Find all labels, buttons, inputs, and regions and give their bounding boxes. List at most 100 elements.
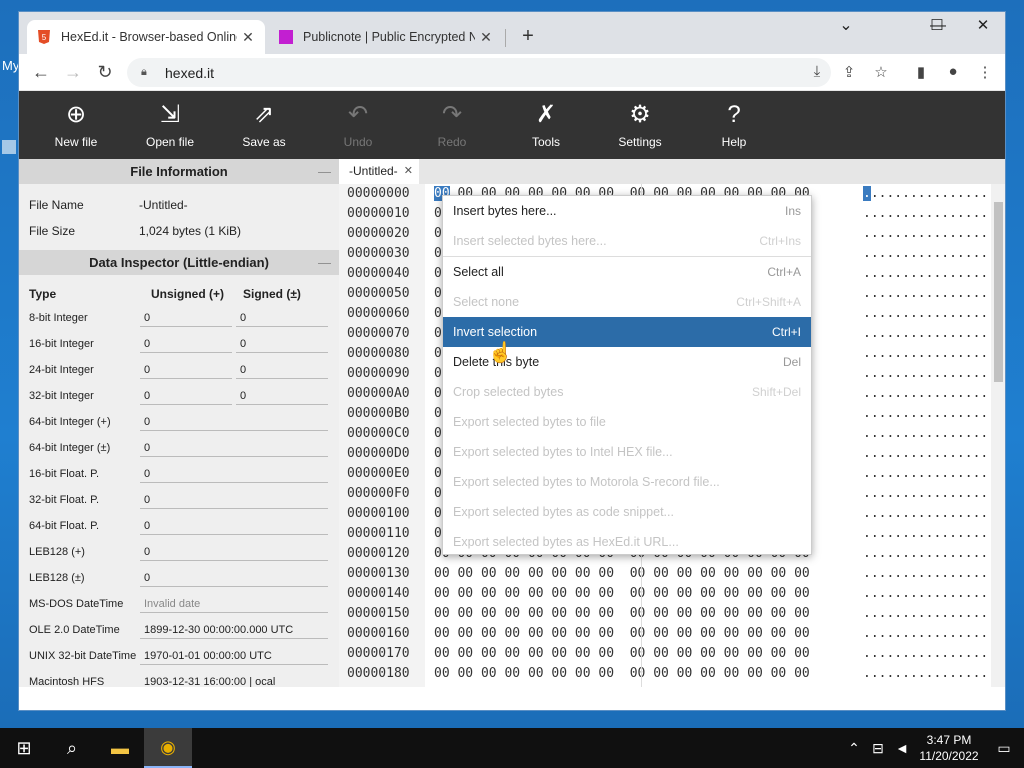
- ascii-row[interactable]: ................: [863, 344, 988, 364]
- byte-cell[interactable]: 00: [653, 566, 669, 581]
- menu-item[interactable]: Select none Ctrl+Shift+A: [443, 287, 811, 317]
- settings-button[interactable]: ⚙ Settings: [593, 91, 687, 159]
- byte-cell[interactable]: 00: [481, 626, 497, 641]
- byte-cell[interactable]: 00: [575, 646, 591, 661]
- inspector-value[interactable]: Invalid date: [140, 595, 328, 613]
- byte-cell[interactable]: 00: [575, 626, 591, 641]
- byte-cell[interactable]: 00: [457, 666, 473, 681]
- scrollbar-thumb[interactable]: [994, 202, 1003, 382]
- inspector-signed-value[interactable]: 0: [236, 361, 328, 379]
- byte-cell[interactable]: 00: [504, 626, 520, 641]
- byte-cell[interactable]: 00: [771, 606, 787, 621]
- byte-cell[interactable]: 00: [434, 666, 450, 681]
- byte-cell[interactable]: 00: [653, 626, 669, 641]
- byte-cell[interactable]: 00: [677, 566, 693, 581]
- byte-cell[interactable]: 00: [434, 566, 450, 581]
- install-app-icon[interactable]: ⤓: [807, 63, 827, 80]
- ascii-row[interactable]: ................: [863, 584, 988, 604]
- byte-cell[interactable]: 00: [653, 646, 669, 661]
- ascii-row[interactable]: ................: [863, 564, 988, 584]
- byte-cell[interactable]: 00: [771, 666, 787, 681]
- menu-item[interactable]: Insert selected bytes here... Ctrl+Ins: [443, 226, 811, 256]
- byte-cell[interactable]: 00: [700, 606, 716, 621]
- byte-cell[interactable]: 00: [700, 646, 716, 661]
- tab-close-icon[interactable]: ✕: [241, 29, 255, 46]
- byte-cell[interactable]: 00: [724, 626, 740, 641]
- byte-cell[interactable]: 00: [700, 626, 716, 641]
- byte-cell[interactable]: 00: [575, 606, 591, 621]
- bookmark-star-icon[interactable]: ☆: [871, 63, 891, 81]
- start-windows-icon[interactable]: ⊞: [0, 728, 48, 768]
- file-tab-close-icon[interactable]: ✕: [404, 159, 413, 184]
- desktop-icon[interactable]: [2, 140, 16, 154]
- byte-cell[interactable]: 00: [504, 566, 520, 581]
- byte-cell[interactable]: 00: [677, 646, 693, 661]
- byte-cell[interactable]: 00: [551, 626, 567, 641]
- ascii-row[interactable]: ................: [863, 444, 988, 464]
- file-tab-untitled[interactable]: -Untitled- ✕: [339, 159, 419, 184]
- back-icon[interactable]: ←: [25, 62, 57, 83]
- byte-cell[interactable]: 00: [551, 666, 567, 681]
- byte-cell[interactable]: 00: [677, 606, 693, 621]
- ascii-row[interactable]: ................: [863, 184, 988, 204]
- open-file-button[interactable]: ⇲ Open file: [123, 91, 217, 159]
- byte-cell[interactable]: 00: [551, 646, 567, 661]
- ascii-row[interactable]: ................: [863, 284, 988, 304]
- byte-cell[interactable]: 00: [724, 566, 740, 581]
- byte-cell[interactable]: 00: [481, 586, 497, 601]
- ascii-row[interactable]: ................: [863, 404, 988, 424]
- ascii-row[interactable]: ................: [863, 484, 988, 504]
- tools-button[interactable]: ✗ Tools: [499, 91, 593, 159]
- byte-cell[interactable]: 00: [457, 606, 473, 621]
- search-icon[interactable]: ⌕: [48, 728, 96, 768]
- byte-cell[interactable]: 00: [794, 666, 810, 681]
- byte-cell[interactable]: 00: [747, 666, 763, 681]
- restore-icon[interactable]: ☐: [914, 11, 960, 41]
- byte-cell[interactable]: 00: [434, 606, 450, 621]
- inspector-value[interactable]: 0: [140, 439, 328, 457]
- byte-cell[interactable]: 00: [700, 566, 716, 581]
- menu-item[interactable]: Export selected bytes as code snippet...: [443, 497, 811, 527]
- help-button[interactable]: ? Help: [687, 91, 781, 159]
- inspector-unsigned-value[interactable]: 0: [140, 387, 232, 405]
- byte-cell[interactable]: 00: [457, 626, 473, 641]
- byte-row[interactable]: 00 00 00 00 00 00 00 00 00 00 00 00 00 0…: [434, 644, 810, 664]
- byte-cell[interactable]: 00: [700, 586, 716, 601]
- byte-cell[interactable]: 00: [504, 606, 520, 621]
- inspector-value[interactable]: 0: [140, 491, 328, 509]
- byte-cell[interactable]: 00: [724, 666, 740, 681]
- byte-cell[interactable]: 00: [551, 566, 567, 581]
- ascii-row[interactable]: ................: [863, 204, 988, 224]
- new-file-button[interactable]: ⊕ New file: [29, 91, 123, 159]
- byte-cell[interactable]: 00: [747, 586, 763, 601]
- byte-cell[interactable]: 00: [528, 626, 544, 641]
- byte-cell[interactable]: 00: [630, 626, 646, 641]
- byte-cell[interactable]: 00: [575, 666, 591, 681]
- byte-cell[interactable]: 00: [598, 586, 614, 601]
- ascii-row[interactable]: ................: [863, 304, 988, 324]
- inspector-signed-value[interactable]: 0: [236, 387, 328, 405]
- inspector-unsigned-value[interactable]: 0: [140, 309, 232, 327]
- tab-search-icon[interactable]: ⌄: [823, 16, 869, 36]
- byte-cell[interactable]: 00: [528, 586, 544, 601]
- menu-item[interactable]: Export selected bytes to Motorola S-reco…: [443, 467, 811, 497]
- data-inspector-header[interactable]: Data Inspector (Little-endian) —: [19, 250, 339, 275]
- menu-item[interactable]: Export selected bytes as HexEd.it URL...: [443, 527, 811, 557]
- collapse-icon[interactable]: —: [318, 159, 331, 184]
- menu-item[interactable]: Export selected bytes to Intel HEX file.…: [443, 437, 811, 467]
- byte-cell[interactable]: 00: [724, 586, 740, 601]
- byte-cell[interactable]: 00: [551, 586, 567, 601]
- ascii-row[interactable]: ................: [863, 384, 988, 404]
- byte-cell[interactable]: 00: [700, 666, 716, 681]
- inspector-value[interactable]: 1903-12-31 16:00:00 | ocal: [140, 673, 328, 687]
- byte-cell[interactable]: 00: [481, 566, 497, 581]
- inspector-signed-value[interactable]: 0: [236, 335, 328, 353]
- file-info-header[interactable]: File Information —: [19, 159, 339, 184]
- ascii-row[interactable]: ................: [863, 644, 988, 664]
- byte-cell[interactable]: 00: [653, 606, 669, 621]
- inspector-value[interactable]: 0: [140, 465, 328, 483]
- reload-icon[interactable]: ↻: [89, 62, 121, 83]
- menu-item[interactable]: Select all Ctrl+A: [443, 257, 811, 287]
- redo-button[interactable]: ↷ Redo: [405, 91, 499, 159]
- collapse-icon[interactable]: —: [318, 250, 331, 275]
